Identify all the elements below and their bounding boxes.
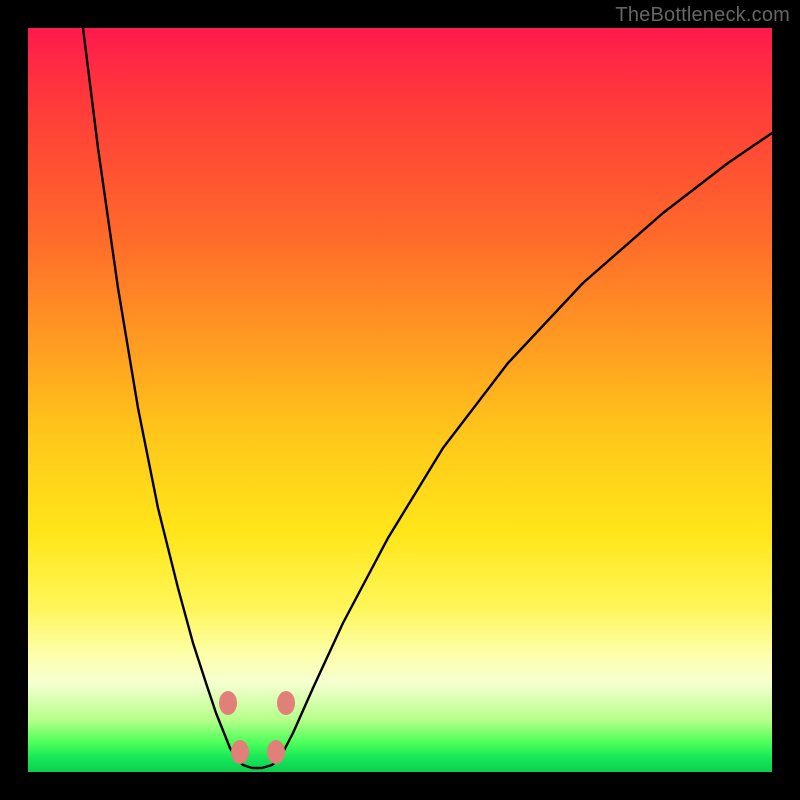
valley-marker	[267, 740, 285, 764]
bottleneck-curve	[83, 28, 772, 768]
valley-markers	[219, 691, 295, 764]
attribution-text: TheBottleneck.com	[615, 4, 790, 27]
valley-marker	[231, 740, 249, 764]
valley-marker	[277, 691, 295, 715]
valley-marker	[219, 691, 237, 715]
curve-svg	[28, 28, 772, 772]
plot-area	[28, 28, 772, 772]
outer-frame: TheBottleneck.com	[0, 0, 800, 800]
